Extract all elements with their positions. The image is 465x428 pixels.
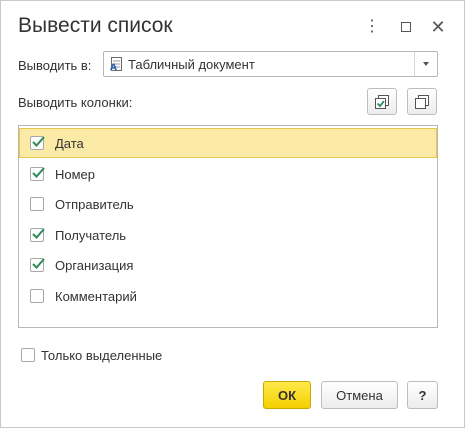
checkmark-icon <box>32 228 45 239</box>
output-select-value: Табличный документ <box>128 57 255 72</box>
close-icon: ✕ <box>430 16 446 37</box>
column-label: Отправитель <box>55 196 134 212</box>
list-item[interactable]: Комментарий <box>19 281 437 311</box>
column-checkbox[interactable] <box>30 228 45 242</box>
list-item[interactable]: Организация <box>19 250 437 280</box>
check-all-button[interactable] <box>367 88 397 115</box>
column-checkbox[interactable] <box>30 258 45 272</box>
dialog-title: Вывести список <box>18 14 173 37</box>
checkmark-icon <box>32 136 45 147</box>
checkmark-icon <box>32 258 45 269</box>
uncheck-all-icon <box>415 94 429 109</box>
column-label: Номер <box>55 166 96 182</box>
list-item[interactable]: Номер <box>19 159 437 189</box>
column-label: Организация <box>55 257 134 273</box>
output-list-dialog: Вывести список ⋮ ✕ Выводить в: A Табличн… <box>0 0 465 428</box>
list-item[interactable]: Дата <box>19 128 437 158</box>
column-label: Комментарий <box>55 288 137 304</box>
vertical-dots-icon: ⋮ <box>364 18 380 35</box>
svg-text:A: A <box>110 63 117 72</box>
column-checkbox[interactable] <box>30 136 45 150</box>
only-selected-option[interactable]: Только выделенные <box>18 346 178 364</box>
list-item[interactable]: Получатель <box>19 220 437 250</box>
columns-label: Выводить колонки: <box>18 95 133 110</box>
column-label: Дата <box>55 135 84 151</box>
check-all-icon <box>375 94 389 109</box>
output-select[interactable]: A Табличный документ <box>103 51 438 77</box>
only-selected-label: Только выделенные <box>41 348 163 363</box>
column-checkbox[interactable] <box>30 197 44 211</box>
column-checkbox[interactable] <box>30 289 44 303</box>
more-actions-button[interactable]: ⋮ <box>360 15 384 39</box>
help-button[interactable]: ? <box>407 381 438 409</box>
column-checkbox[interactable] <box>30 167 45 181</box>
spreadsheet-document-icon: A <box>110 57 122 72</box>
close-button[interactable]: ✕ <box>426 15 450 39</box>
dropdown-button[interactable] <box>414 52 437 76</box>
uncheck-all-button[interactable] <box>407 88 437 115</box>
cancel-button[interactable]: Отмена <box>321 381 398 409</box>
chevron-down-icon <box>423 62 429 66</box>
only-selected-checkbox[interactable] <box>21 348 35 362</box>
output-label: Выводить в: <box>18 58 92 73</box>
checkmark-icon <box>32 167 45 178</box>
maximize-button[interactable] <box>394 15 418 39</box>
list-item[interactable]: Отправитель <box>19 189 437 219</box>
column-label: Получатель <box>55 227 127 243</box>
maximize-icon <box>401 22 411 32</box>
columns-list: Дата Номер Отправитель Получатель Органи… <box>18 125 438 328</box>
ok-button[interactable]: ОК <box>263 381 311 409</box>
